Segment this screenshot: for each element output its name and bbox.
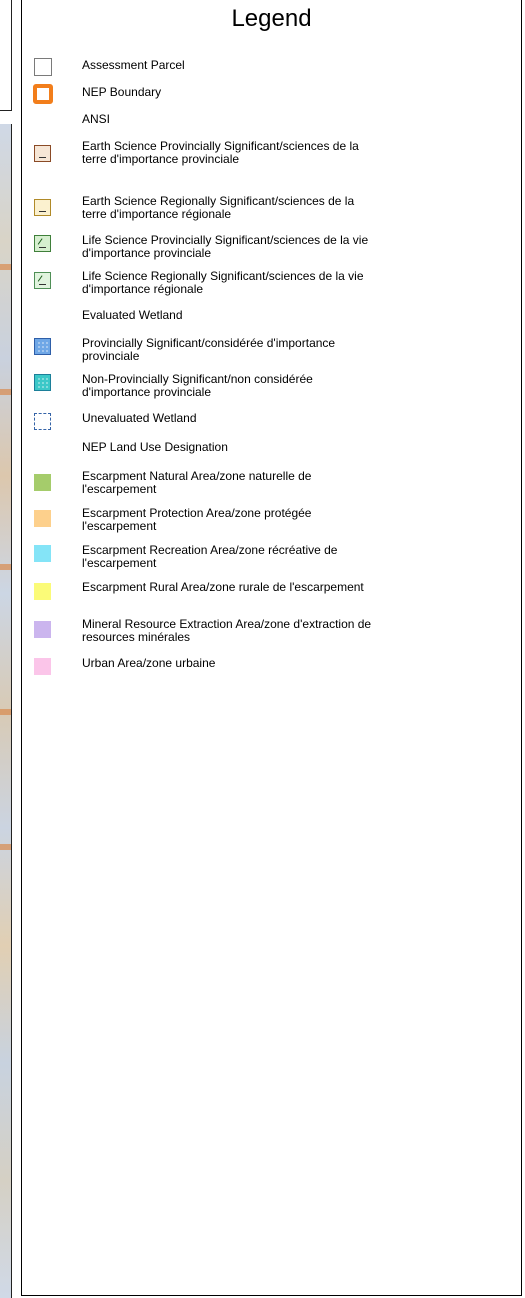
wetland-unevaluated-symbol-icon [34,413,51,430]
legend-item-label: Life Science Provincially Significant/sc… [82,233,369,260]
urban-area-swatch-icon [34,658,51,675]
legend-heading-label: Evaluated Wetland [82,308,183,322]
nep-boundary-symbol-icon [33,84,53,104]
legend-title: Legend [231,5,312,32]
wetland-non-provincial-symbol-icon [34,374,51,391]
life-science-provincial-symbol-icon [34,235,51,252]
legend-item-label: Life Science Regionally Significant/scie… [82,269,364,296]
legend-item-label: Earth Science Regionally Significant/sci… [82,194,355,221]
legend-item-label: Assessment Parcel [82,58,185,72]
escarpment-natural-swatch-icon [34,474,51,491]
escarpment-protection-swatch-icon [34,510,51,527]
assessment-parcel-symbol-icon [34,58,52,76]
legend-heading-label: ANSI [82,112,111,126]
legend-item-label: Unevaluated Wetland [82,411,197,425]
map-feature [0,844,11,850]
legend-heading-label: NEP Land Use Designation [82,440,228,454]
legend-item-label: Mineral Resource Extraction Area/zone d'… [82,617,372,644]
map-frame-top [0,0,12,111]
legend-item-label: Provincially Significant/considérée d'im… [82,336,336,363]
life-science-regional-symbol-icon [34,272,51,289]
map-feature [0,389,11,395]
wetland-provincial-symbol-icon [34,338,51,355]
map-feature [0,709,11,715]
legend-item-label: Escarpment Protection Area/zone protégée… [82,506,312,533]
legend-item-label: Escarpment Rural Area/zone rurale de l'e… [82,580,364,594]
legend-item-label: Urban Area/zone urbaine [82,656,216,670]
escarpment-recreation-swatch-icon [34,545,51,562]
legend-item-label: NEP Boundary [82,85,162,99]
escarpment-rural-swatch-icon [34,583,51,600]
legend-item-label: Escarpment Natural Area/zone naturelle d… [82,469,312,496]
legend-item-label: Non-Provincially Significant/non considé… [82,372,313,399]
earth-science-regional-symbol-icon [34,199,51,216]
map-feature [0,264,11,270]
earth-science-provincial-symbol-icon [34,145,51,162]
legend-item-label: Escarpment Recreation Area/zone récréati… [82,543,338,570]
map-feature [0,564,11,570]
mineral-resource-swatch-icon [34,621,51,638]
legend-panel: Legend Assessment Parcel NEP Boundary AN… [21,0,522,1296]
map-legend-page: Legend Assessment Parcel NEP Boundary AN… [0,0,525,1298]
map-view-strip[interactable] [0,124,12,1298]
legend-item-label: Earth Science Provincially Significant/s… [82,139,359,166]
